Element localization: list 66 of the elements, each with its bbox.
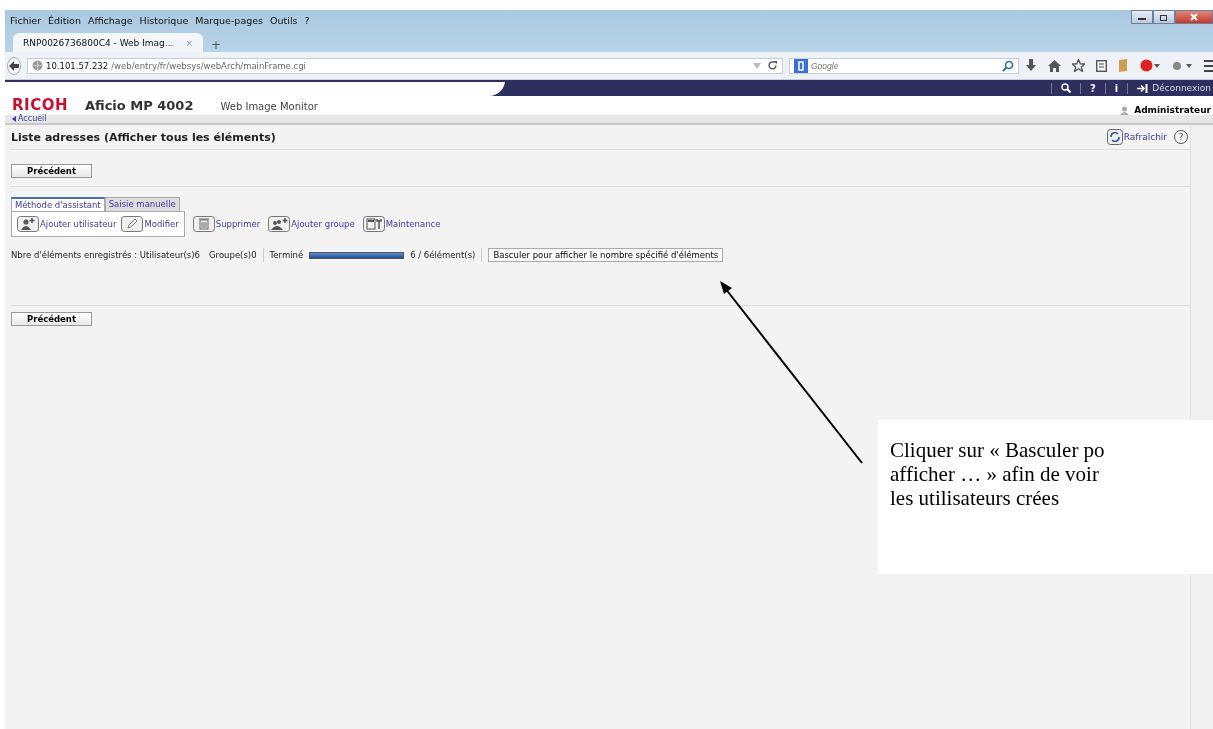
menu-item[interactable]: Fichier (10, 14, 42, 26)
add-user-icon (17, 216, 39, 232)
minimize-button[interactable] (1131, 10, 1153, 24)
previous-button[interactable]: Précédent (11, 312, 92, 326)
pencil-icon (121, 216, 144, 232)
search-engine-icon (794, 58, 808, 73)
trash-icon (192, 216, 215, 232)
address-bar[interactable]: 10.101.57.232 /web/entry/fr/websys/webArch/mainFrame.cgi (27, 57, 783, 74)
action-link[interactable]: Ajouter groupe (268, 216, 355, 232)
globe-icon (32, 60, 43, 71)
tab-close-button[interactable]: × (185, 37, 193, 48)
new-tab-button[interactable]: + (210, 38, 221, 52)
star-icon[interactable] (1072, 59, 1085, 72)
tools-icon (362, 216, 385, 232)
back-button[interactable] (7, 56, 21, 75)
callout-text: les utilisateurs crées (890, 486, 1060, 510)
download-icon[interactable] (1025, 59, 1037, 72)
search-icon[interactable] (1002, 59, 1014, 72)
restore-button[interactable] (1153, 10, 1175, 24)
action-link[interactable]: Supprimer (192, 216, 261, 232)
callout-text: afficher … » afin de voir (890, 462, 1099, 486)
previous-button[interactable]: Précédent (11, 164, 92, 178)
search-field[interactable]: Google (789, 57, 1019, 74)
add-group-icon (268, 216, 291, 232)
restore-icon (1159, 13, 1169, 21)
product-name: Web Image Monitor (220, 101, 318, 112)
stop-sign-icon[interactable] (1140, 59, 1160, 72)
user-name: Administrateur (1120, 105, 1213, 115)
switch-display-button[interactable]: Basculer pour afficher le nombre spécifié d'éléments (488, 248, 724, 262)
clipboard-icon[interactable] (1096, 59, 1107, 72)
search-input[interactable]: Google (811, 60, 999, 71)
model-name: Aficio MP 4002 (84, 98, 194, 113)
browser-tab[interactable]: RNP0026736800C4 - Web Imag... × (13, 33, 203, 52)
refresh-icon (1106, 129, 1123, 145)
action-link[interactable]: Maintenance (362, 216, 441, 232)
logout-link[interactable]: Déconnexion (1127, 82, 1213, 94)
close-icon (1189, 13, 1199, 21)
header-link[interactable]: ? (1080, 82, 1105, 94)
menu-item[interactable]: Édition (48, 14, 81, 26)
menu-item[interactable]: Outils (270, 14, 298, 26)
progress-label: Terminé (269, 250, 304, 260)
action-link[interactable]: Modifier (121, 216, 179, 232)
action-link[interactable]: Ajouter utilisateur (17, 216, 117, 232)
progress-count: 6 / 6élément(s) (410, 250, 476, 260)
menu-item[interactable]: ? (304, 14, 310, 26)
callout-text: Cliquer sur « Basculer po (890, 438, 1105, 462)
menu-item[interactable]: Marque-pages (195, 14, 264, 26)
registered-count: Nbre d'éléments enregistrés : Utilisateur(s)6 (11, 250, 200, 260)
tab[interactable]: Méthode d'assistant (11, 197, 105, 211)
reload-icon[interactable] (767, 60, 778, 71)
home-link[interactable]: Accueil (18, 115, 47, 123)
page-title: Liste adresses (Afficher tous les éléments) (11, 130, 276, 144)
user-icon (1120, 105, 1130, 115)
refresh-link[interactable]: Rafraîchir (1106, 129, 1168, 145)
menu-item[interactable]: Historique (139, 14, 189, 26)
logout-icon (1137, 83, 1149, 93)
brand-logo: RICOH (12, 96, 68, 114)
tab-title: RNP0026736800C4 - Web Imag... (23, 37, 174, 48)
tab[interactable]: Saisie manuelle (104, 197, 180, 211)
search-icon (1061, 83, 1071, 93)
chevron-left-icon (12, 116, 16, 122)
menu-item[interactable]: Affichage (87, 14, 133, 26)
close-button[interactable] (1175, 10, 1213, 24)
group-count: Groupe(s)0 (209, 250, 257, 260)
home-icon[interactable] (1048, 59, 1061, 72)
header-link[interactable]: i (1104, 82, 1128, 94)
